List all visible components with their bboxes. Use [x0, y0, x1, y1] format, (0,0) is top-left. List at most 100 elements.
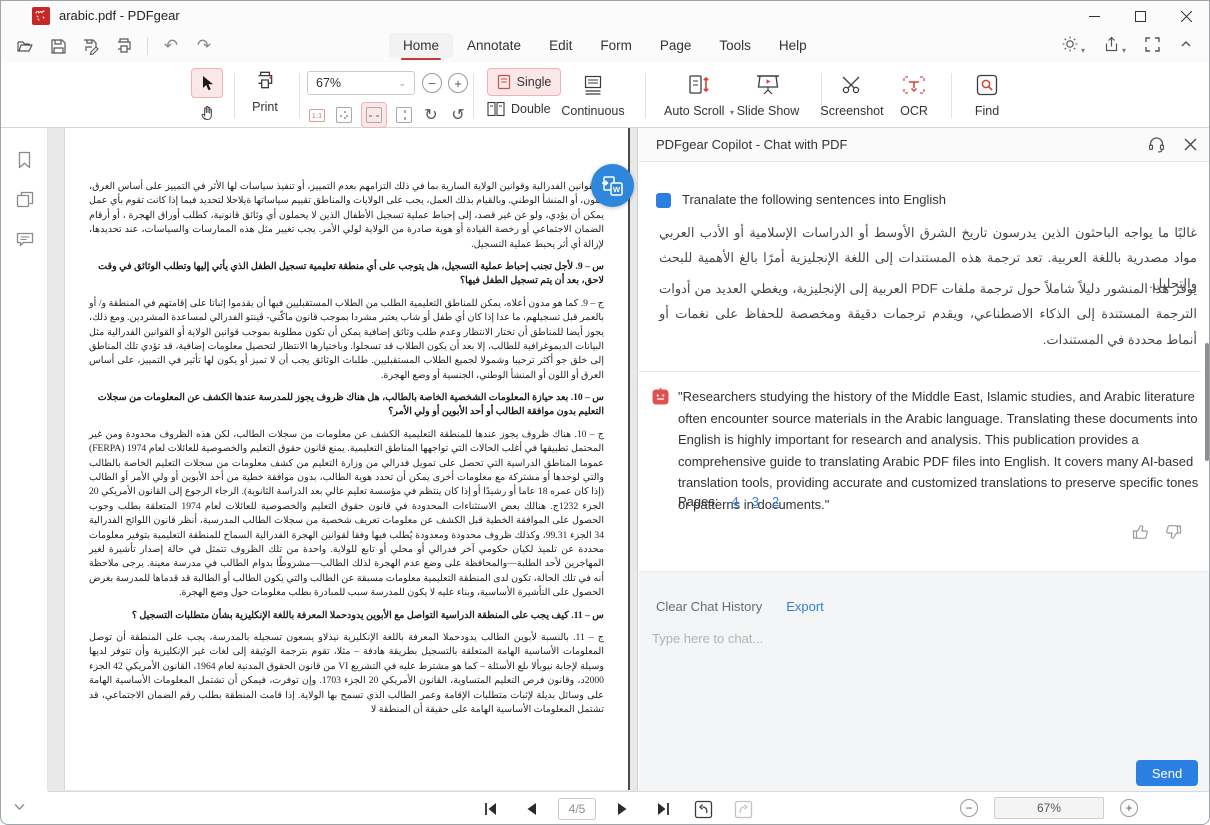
double-page-button[interactable]: Double [487, 101, 551, 117]
titlebar: arabic.pdf - PDFgear [1, 1, 1209, 31]
find-icon [975, 73, 999, 97]
previous-page-button[interactable] [518, 797, 544, 821]
status-zoom-out-button[interactable]: − [960, 799, 978, 817]
quick-print-icon[interactable] [112, 34, 136, 58]
continuous-button[interactable]: Continuous [557, 69, 629, 118]
slide-show-icon [755, 73, 781, 97]
bookmarks-panel-icon[interactable] [15, 150, 34, 175]
slide-show-button[interactable]: Slide Show [728, 69, 808, 118]
window-title: arabic.pdf - PDFgear [59, 8, 180, 23]
rotate-cw-icon[interactable]: ↻ [421, 105, 441, 125]
open-file-icon[interactable] [13, 34, 37, 58]
rotate-ccw-icon[interactable]: ↺ [448, 105, 468, 125]
save-icon[interactable] [46, 34, 70, 58]
next-view-button[interactable] [730, 797, 756, 821]
collapse-sidebar-icon[interactable] [12, 799, 27, 819]
page-link-2[interactable]: 2 [772, 494, 779, 509]
pdf-paragraph: ج – 9. كما هو مدون أعلاه، يمكن للمناطق ا… [89, 297, 604, 383]
page-link-3[interactable]: 3 [752, 494, 759, 509]
select-tool-button[interactable] [191, 68, 223, 98]
copilot-bot-icon [652, 388, 669, 405]
user-message-text: Tranalate the following sentences into E… [682, 192, 946, 207]
status-zoom-value[interactable]: 67% [994, 797, 1104, 819]
screenshot-label: Screenshot [813, 104, 891, 118]
next-page-button[interactable] [610, 797, 636, 821]
user-avatar [656, 193, 671, 208]
tab-tools[interactable]: Tools [705, 33, 765, 58]
cursor-arrow-icon [200, 75, 215, 92]
close-panel-icon[interactable] [1184, 138, 1197, 156]
tab-page[interactable]: Page [646, 33, 706, 58]
pdf-viewer[interactable]: والقوانين الفدرالية وقوانين الولاية السا… [48, 128, 638, 791]
actual-size-icon[interactable]: 1:1 [307, 105, 327, 125]
continuous-label: Continuous [557, 104, 629, 118]
maximize-button[interactable] [1117, 1, 1163, 31]
chat-input[interactable] [652, 624, 1192, 652]
pdf-paragraph: ج – 10. هناك ظروف يجوز عندها للمنطقة الت… [89, 428, 604, 601]
tab-edit[interactable]: Edit [535, 33, 586, 58]
ocr-button[interactable]: OCR [889, 69, 939, 118]
last-page-button[interactable] [650, 797, 676, 821]
single-label: Single [517, 75, 552, 89]
pdfgear-logo-icon [32, 7, 50, 25]
copilot-panel: PDFgear Copilot - Chat with PDF Tranalat… [639, 128, 1210, 791]
comments-panel-icon[interactable] [15, 230, 35, 254]
fit-height-icon[interactable] [394, 105, 414, 125]
zoom-out-button[interactable]: − [422, 73, 442, 93]
scissors-icon [840, 73, 864, 97]
chat-scrollbar[interactable] [1205, 343, 1209, 461]
save-as-icon[interactable] [79, 34, 103, 58]
thumbs-up-icon[interactable] [1131, 523, 1149, 546]
page-link-4[interactable]: 4 [731, 494, 738, 509]
close-button[interactable] [1163, 1, 1209, 31]
user-arabic-paragraph-2: يوفر هذا المنشور دليلاً شاملاً حول ترجمة… [659, 276, 1197, 352]
share-icon[interactable]: ▾ [1103, 36, 1126, 58]
clear-chat-history-button[interactable]: Clear Chat History [656, 599, 762, 614]
ribbon-tabs: Home Annotate Edit Form Page Tools Help [389, 33, 821, 58]
navigation-sidebar [1, 128, 48, 791]
previous-view-button[interactable] [690, 797, 716, 821]
find-button[interactable]: Find [962, 69, 1012, 118]
page-indicator[interactable]: 4/5 [558, 798, 596, 820]
pdf-page[interactable]: والقوانين الفدرالية وقوانين الولاية السا… [64, 128, 630, 790]
single-page-button[interactable]: Single [487, 68, 561, 96]
collapse-ribbon-icon[interactable] [1179, 37, 1193, 56]
pdf-heading: س – 9. لأجل تجنب إحباط عملية التسجيل، هل… [89, 260, 604, 289]
home-toolbar: Print 67%⌄ − + 1:1 ↻ ↺ Single Double Con… [1, 63, 1209, 128]
first-page-button[interactable] [478, 797, 504, 821]
auto-scroll-icon [687, 73, 711, 97]
convert-to-word-button[interactable]: W [591, 164, 634, 207]
thumbnails-panel-icon[interactable] [15, 190, 35, 215]
export-button[interactable]: Export [786, 599, 824, 614]
tab-help[interactable]: Help [765, 33, 821, 58]
find-label: Find [962, 104, 1012, 118]
theme-toggle-icon[interactable]: ▾ [1061, 35, 1085, 58]
hand-tool-button[interactable] [195, 100, 219, 124]
pdfgear-window: arabic.pdf - PDFgear ↶ ↷ Home Annotate E… [0, 0, 1210, 825]
screenshot-button[interactable]: Screenshot [813, 69, 891, 118]
tab-home[interactable]: Home [389, 33, 453, 58]
zoom-select[interactable]: 67%⌄ [307, 71, 415, 95]
undo-icon[interactable]: ↶ [159, 34, 183, 58]
continuous-icon [583, 75, 603, 97]
fit-width-icon[interactable] [361, 102, 387, 128]
status-zoom-in-button[interactable]: + [1120, 799, 1138, 817]
tab-form[interactable]: Form [586, 33, 646, 58]
zoom-in-button[interactable]: + [448, 73, 468, 93]
copilot-title: PDFgear Copilot - Chat with PDF [656, 137, 847, 152]
redo-icon[interactable]: ↷ [192, 34, 216, 58]
minimize-button[interactable] [1071, 1, 1117, 31]
fullscreen-icon[interactable] [1144, 36, 1161, 58]
support-headset-icon[interactable] [1147, 135, 1166, 159]
tab-annotate[interactable]: Annotate [453, 33, 535, 58]
pages-references: Pages: 4 3 2 [678, 494, 779, 509]
print-button[interactable]: Print [239, 69, 291, 114]
single-page-icon [497, 74, 511, 90]
fit-page-icon[interactable] [334, 105, 354, 125]
user-message: Tranalate the following sentences into E… [656, 192, 946, 208]
send-button[interactable]: Send [1136, 760, 1198, 786]
printer-icon [254, 69, 276, 91]
svg-text:W: W [612, 185, 620, 194]
thumbs-down-icon[interactable] [1165, 523, 1183, 546]
hand-icon [199, 104, 216, 121]
